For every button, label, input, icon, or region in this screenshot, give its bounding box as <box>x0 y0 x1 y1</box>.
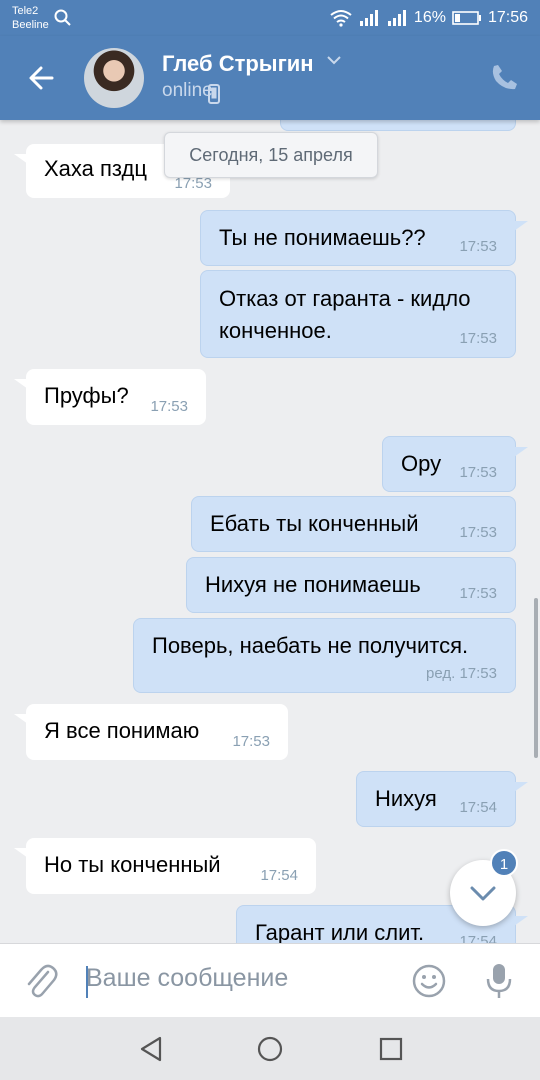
message-time: 17:53 <box>459 585 497 602</box>
smile-icon[interactable] <box>412 964 446 998</box>
scrollbar-thumb[interactable] <box>534 598 538 758</box>
message-time: 17:53 <box>459 464 497 481</box>
wifi-icon <box>330 10 352 27</box>
clock: 17:56 <box>487 9 528 26</box>
presence-status: online <box>162 80 213 101</box>
microphone-icon[interactable] <box>486 962 512 1000</box>
message-bubble-outgoing[interactable]: Отказ от гаранта - кидло конченное. 17:5… <box>200 270 516 358</box>
system-nav-bar <box>0 1017 540 1080</box>
unread-count-badge: 1 <box>490 849 518 877</box>
message-bubble-partial[interactable] <box>280 120 516 131</box>
avatar[interactable] <box>84 48 144 108</box>
message-time: 17:53 <box>232 733 270 750</box>
message-text: Но ты конченный <box>44 852 221 877</box>
battery-percent: 16% <box>413 9 446 26</box>
message-time: 17:54 <box>459 933 497 943</box>
message-bubble-outgoing[interactable]: Нихуя 17:54 <box>356 771 528 827</box>
message-time: 17:54 <box>260 867 298 884</box>
status-bar: Tele2 Beeline 16% 17:56 <box>0 0 540 36</box>
message-time: ред. 17:53 <box>426 665 497 682</box>
paperclip-icon[interactable] <box>24 962 58 1000</box>
message-input[interactable]: Ваше сообщение <box>86 964 288 993</box>
signal-icon-2 <box>387 10 406 26</box>
message-text: Хаха пздц <box>44 156 147 181</box>
date-separator: Сегодня, 15 апреля <box>164 132 378 178</box>
message-text: Нихуя не понимаешь <box>205 572 421 597</box>
message-text: Нихуя <box>375 786 437 811</box>
message-bubble-outgoing[interactable]: Ты не понимаешь?? 17:53 <box>200 210 528 266</box>
message-time: 17:54 <box>459 799 497 816</box>
message-time: 17:53 <box>459 330 497 347</box>
message-text: Я все понимаю <box>44 718 200 743</box>
composer-bar: Ваше сообщение <box>0 943 540 1018</box>
message-text: Пруфы? <box>44 383 129 408</box>
carrier-names: Tele2 Beeline <box>12 4 49 32</box>
message-list[interactable]: Сегодня, 15 апреля Хаха пздц 17:53 Ты не… <box>0 120 540 943</box>
message-bubble-outgoing[interactable]: Ору 17:53 <box>382 436 528 492</box>
message-bubble-incoming[interactable]: Я все понимаю 17:53 <box>14 704 288 760</box>
chat-header: Глеб Стрыгин online <box>0 36 540 120</box>
carrier-1: Tele2 <box>12 5 39 17</box>
message-bubble-incoming[interactable]: Но ты конченный 17:54 <box>14 838 316 894</box>
message-text: Ору <box>401 451 442 476</box>
search-icon <box>54 9 71 26</box>
battery-icon <box>452 11 481 25</box>
message-text: Отказ от гаранта - кидло конченное. <box>219 286 471 343</box>
message-text: Поверь, наебать не получится. <box>152 633 469 658</box>
message-bubble-outgoing[interactable]: Нихуя не понимаешь 17:53 <box>186 557 516 613</box>
message-time: 17:53 <box>150 398 188 415</box>
message-bubble-outgoing[interactable]: Поверь, наебать не получится. ред. 17:53 <box>133 618 516 693</box>
phone-icon[interactable] <box>490 62 520 92</box>
chevron-down-icon[interactable] <box>326 54 342 66</box>
contact-name[interactable]: Глеб Стрыгин <box>162 51 314 77</box>
message-text: Ты не понимаешь?? <box>219 225 426 250</box>
signal-icon-1 <box>359 10 378 26</box>
message-bubble-incoming[interactable]: Пруфы? 17:53 <box>14 369 206 425</box>
mobile-device-icon <box>208 84 220 104</box>
message-bubble-outgoing[interactable]: Ебать ты конченный 17:53 <box>191 496 516 552</box>
message-time: 17:53 <box>459 238 497 255</box>
message-text: Гарант или слит. <box>255 920 425 943</box>
message-text: Ебать ты конченный <box>210 511 419 536</box>
recents-square-icon[interactable] <box>378 1035 404 1063</box>
back-triangle-icon[interactable] <box>138 1035 164 1063</box>
arrow-left-icon[interactable] <box>22 58 62 98</box>
message-time: 17:53 <box>459 524 497 541</box>
carrier-2: Beeline <box>12 19 49 31</box>
home-circle-icon[interactable] <box>256 1035 284 1063</box>
